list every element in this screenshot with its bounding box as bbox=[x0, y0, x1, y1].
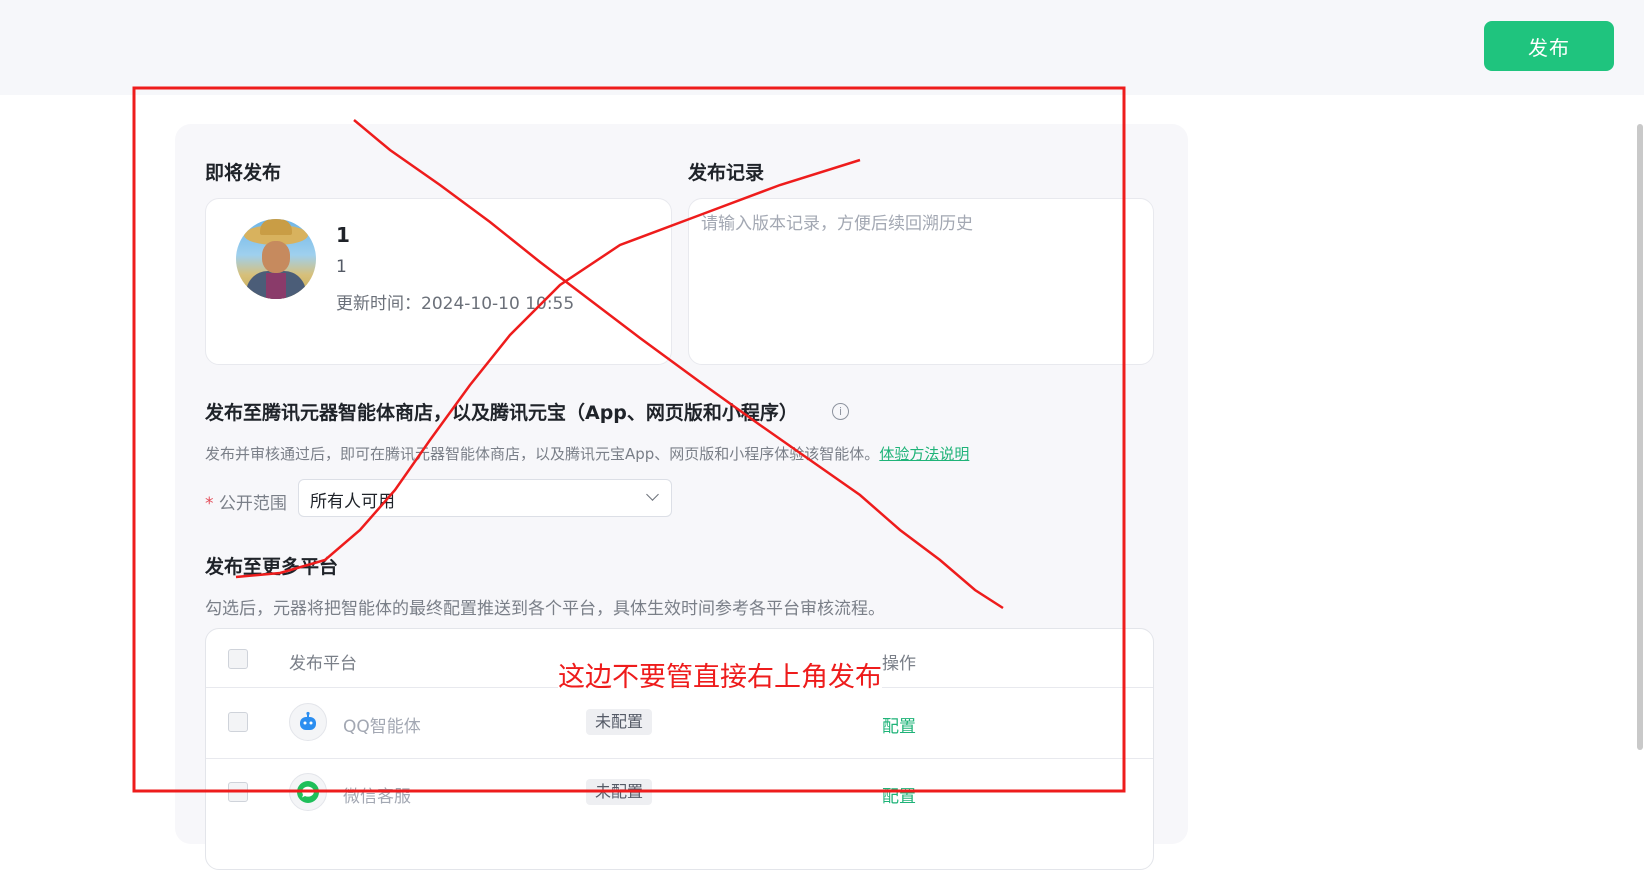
agent-summary: 1 1 更新时间：2024-10-10 10:55 bbox=[205, 198, 672, 365]
vertical-scrollbar[interactable] bbox=[1637, 124, 1643, 750]
scope-label: * 公开范围 bbox=[205, 494, 287, 514]
agent-avatar bbox=[236, 219, 316, 299]
configure-link[interactable]: 配置 bbox=[882, 782, 916, 807]
header-platform: 发布平台 bbox=[289, 654, 357, 674]
scope-selected-value: 所有人可用 bbox=[310, 492, 395, 512]
release-notes-placeholder: 请输入版本记录，方便后续回溯历史 bbox=[701, 214, 973, 234]
chevron-down-icon bbox=[646, 488, 659, 501]
info-icon[interactable]: i bbox=[832, 403, 849, 420]
platform-name: 微信客服 bbox=[343, 787, 411, 807]
status-badge: 未配置 bbox=[586, 779, 653, 805]
qq-bot-icon bbox=[289, 703, 327, 741]
top-bar: 发布 bbox=[0, 0, 1644, 95]
annotation-note: 这边不要管直接右上角发布 bbox=[558, 655, 882, 694]
platform-name: QQ智能体 bbox=[343, 717, 421, 737]
wechat-service-icon bbox=[289, 773, 327, 811]
required-marker: * bbox=[205, 494, 214, 514]
more-platforms-description: 勾选后，元器将把智能体的最终配置推送到各个平台，具体生效时间参考各平台审核流程。 bbox=[205, 599, 885, 619]
select-all-checkbox[interactable] bbox=[228, 649, 248, 669]
scope-select[interactable]: 所有人可用 bbox=[298, 479, 672, 517]
agent-update-time: 更新时间：2024-10-10 10:55 bbox=[336, 294, 575, 314]
upcoming-title: 即将发布 bbox=[205, 162, 282, 184]
status-badge: 未配置 bbox=[586, 709, 653, 735]
row-checkbox[interactable] bbox=[228, 712, 248, 732]
tencent-description: 发布并审核通过后，即可在腾讯元器智能体商店，以及腾讯元宝App、网页版和小程序体… bbox=[205, 445, 970, 463]
agent-description: 1 bbox=[336, 257, 347, 277]
header-action: 操作 bbox=[882, 654, 916, 674]
release-notes-input[interactable]: 请输入版本记录，方便后续回溯历史 bbox=[688, 198, 1154, 365]
publish-button[interactable]: 发布 bbox=[1484, 21, 1614, 71]
agent-name: 1 bbox=[336, 223, 350, 247]
usage-guide-link[interactable]: 体验方法说明 bbox=[879, 445, 969, 463]
configure-link[interactable]: 配置 bbox=[882, 712, 916, 737]
record-title: 发布记录 bbox=[688, 162, 765, 184]
row-checkbox[interactable] bbox=[228, 782, 248, 802]
more-platforms-title: 发布至更多平台 bbox=[205, 556, 339, 578]
tencent-section-title: 发布至腾讯元器智能体商店，以及腾讯元宝（App、网页版和小程序） bbox=[205, 402, 798, 424]
